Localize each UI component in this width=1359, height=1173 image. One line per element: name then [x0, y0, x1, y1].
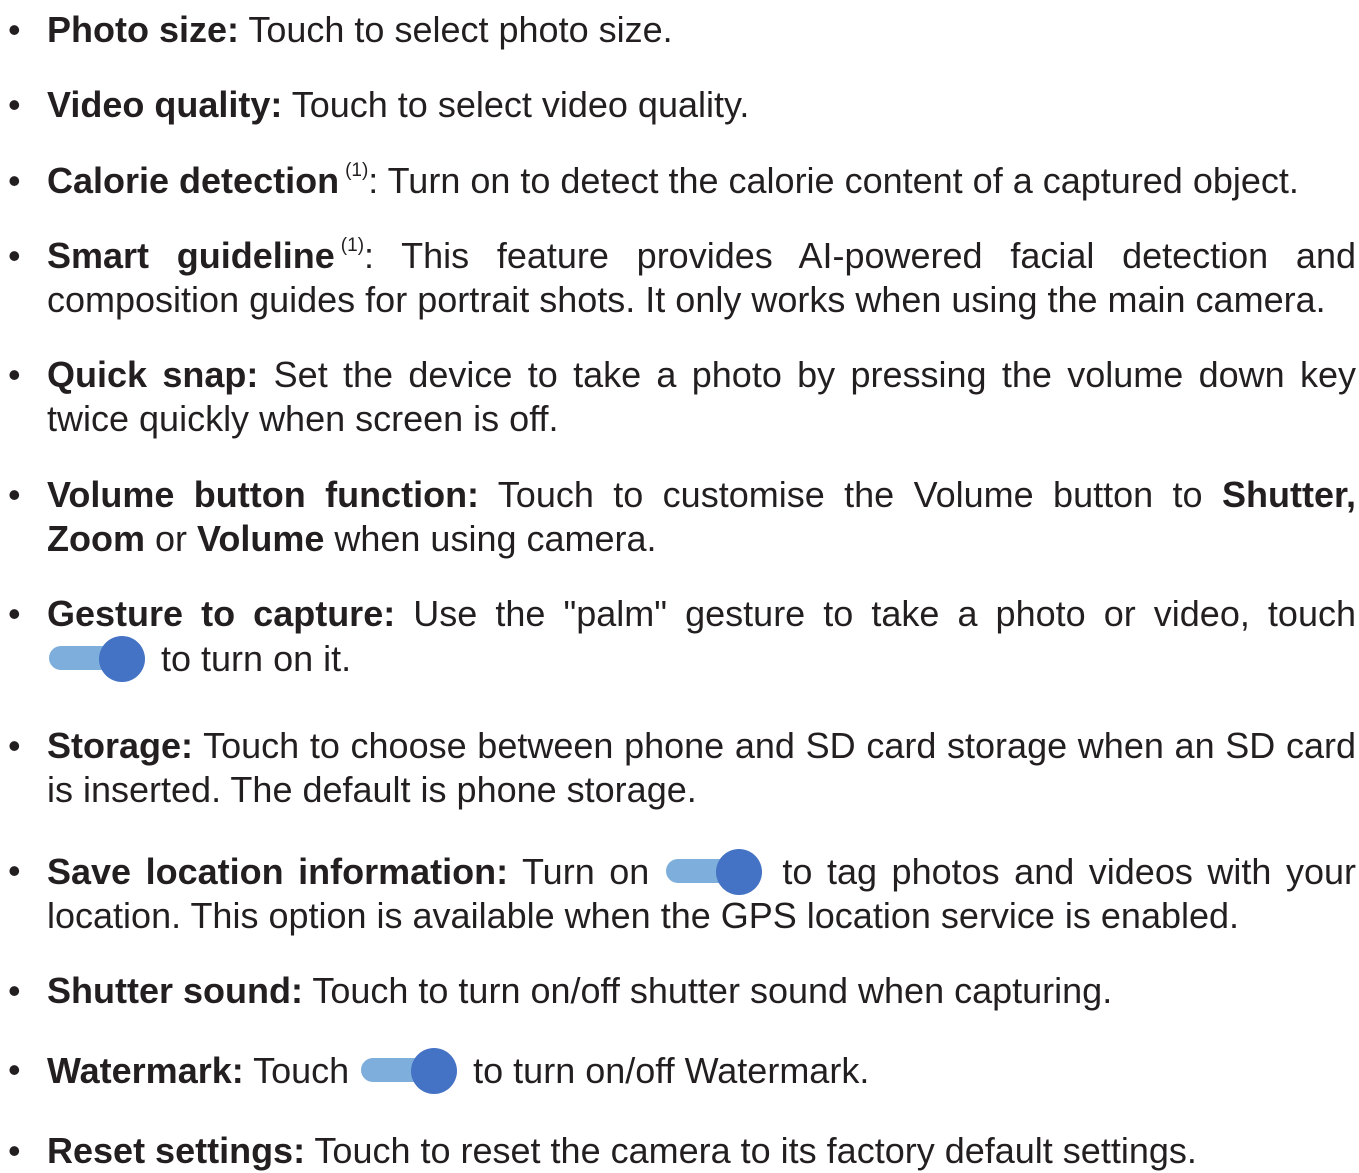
item-term: Video quality:: [47, 84, 283, 125]
list-item-text: Photo size: Touch to select photo size.: [47, 8, 1356, 52]
list-item-text: Smart guideline (1): This feature provide…: [47, 234, 1356, 322]
footnote-marker: (1): [340, 235, 365, 256]
bullet: •: [8, 160, 21, 201]
item-description: Touch: [243, 1050, 360, 1091]
item-description: Touch to choose between phone and SD car…: [47, 725, 1356, 810]
item-description: to turn on/off Watermark.: [463, 1050, 870, 1091]
item-description: Turn on: [508, 851, 664, 892]
list-item-video-quality: • Video quality: Touch to select video q…: [0, 83, 1356, 127]
item-term: Volume button function:: [47, 474, 480, 515]
list-item-shutter-sound: • Shutter sound: Touch to turn on/off sh…: [0, 969, 1356, 1013]
list-item-calorie-detection: • Calorie detection (1): Turn on to detec…: [0, 159, 1356, 203]
item-description: Touch to select video quality.: [282, 84, 750, 125]
item-description: : Turn on to detect the calorie content …: [368, 160, 1299, 201]
item-term: Reset settings:: [47, 1130, 306, 1171]
toggle-switch-on-icon: [49, 636, 149, 682]
list-item-photo-size: • Photo size: Touch to select photo size…: [0, 8, 1356, 52]
list-item-reset-settings: • Reset settings: Touch to reset the cam…: [0, 1129, 1356, 1173]
item-description: Touch to customise the Volume button to: [479, 474, 1222, 515]
list-item-text: Reset settings: Touch to reset the camer…: [47, 1129, 1356, 1173]
item-term: Calorie detection: [47, 160, 340, 201]
item-term: Smart guideline: [47, 235, 335, 276]
item-term: Quick snap:: [47, 354, 259, 395]
item-description: to turn on it.: [151, 638, 352, 679]
bullet: •: [8, 970, 21, 1011]
list-item-text: Video quality: Touch to select video qua…: [47, 83, 1356, 127]
list-item-storage: • Storage: Touch to choose between phone…: [0, 724, 1356, 812]
bullet: •: [8, 593, 21, 634]
list-item-text: Watermark: Touch to turn on/off Watermar…: [47, 1048, 1356, 1094]
item-term: Shutter sound:: [47, 970, 303, 1011]
bullet: •: [8, 1049, 21, 1090]
item-description: Touch to turn on/off shutter sound when …: [302, 970, 1113, 1011]
list-item-smart-guideline: • Smart guideline (1): This feature provi…: [0, 234, 1356, 322]
bullet: •: [8, 1130, 21, 1171]
toggle-switch-on-icon: [665, 849, 766, 895]
item-description: Use the "palm" gesture to take a photo o…: [395, 593, 1356, 634]
list-item-watermark: • Watermark: Touch to turn on/off Waterm…: [0, 1048, 1356, 1094]
list-item-text: Save location information: Turn on to ta…: [47, 849, 1356, 938]
list-item-text: Shutter sound: Touch to turn on/off shut…: [47, 969, 1356, 1013]
list-item-text: Volume button function: Touch to customi…: [47, 473, 1356, 561]
toggle-switch-on-icon: [361, 1048, 461, 1094]
list-item-quick-snap: • Quick snap: Set the device to take a p…: [0, 353, 1356, 441]
item-description: Touch to reset the camera to its factory…: [305, 1130, 1197, 1171]
list-item-text: Calorie detection (1): Turn on to detect …: [47, 159, 1356, 203]
item-term: Gesture to capture:: [47, 593, 396, 634]
bullet: •: [8, 84, 21, 125]
bullet: •: [8, 235, 21, 276]
item-description: Touch to select photo size.: [239, 9, 673, 50]
list-item-text: Gesture to capture: Use the "palm" gestu…: [47, 592, 1356, 682]
item-term: Save location information:: [47, 851, 509, 892]
item-term: Photo size:: [47, 9, 240, 50]
list-item-text: Quick snap: Set the device to take a pho…: [47, 353, 1356, 441]
footnote-marker: (1): [345, 160, 369, 181]
list-item-volume-button-function: • Volume button function: Touch to custo…: [0, 473, 1356, 561]
bullet: •: [8, 354, 21, 395]
bullet: •: [8, 474, 21, 515]
list-item-save-location-information: • Save location information: Turn on to …: [0, 849, 1356, 938]
option-volume: Volume: [197, 518, 325, 559]
item-term: Storage:: [47, 725, 194, 766]
item-description: when using camera.: [324, 518, 657, 559]
bullet: •: [8, 850, 21, 891]
bullet: •: [8, 9, 21, 50]
list-item-text: Storage: Touch to choose between phone a…: [47, 724, 1356, 812]
item-description: or: [144, 518, 197, 559]
list-item-gesture-to-capture: • Gesture to capture: Use the "palm" ges…: [0, 592, 1356, 682]
bullet: •: [8, 725, 21, 766]
item-term: Watermark:: [47, 1050, 244, 1091]
